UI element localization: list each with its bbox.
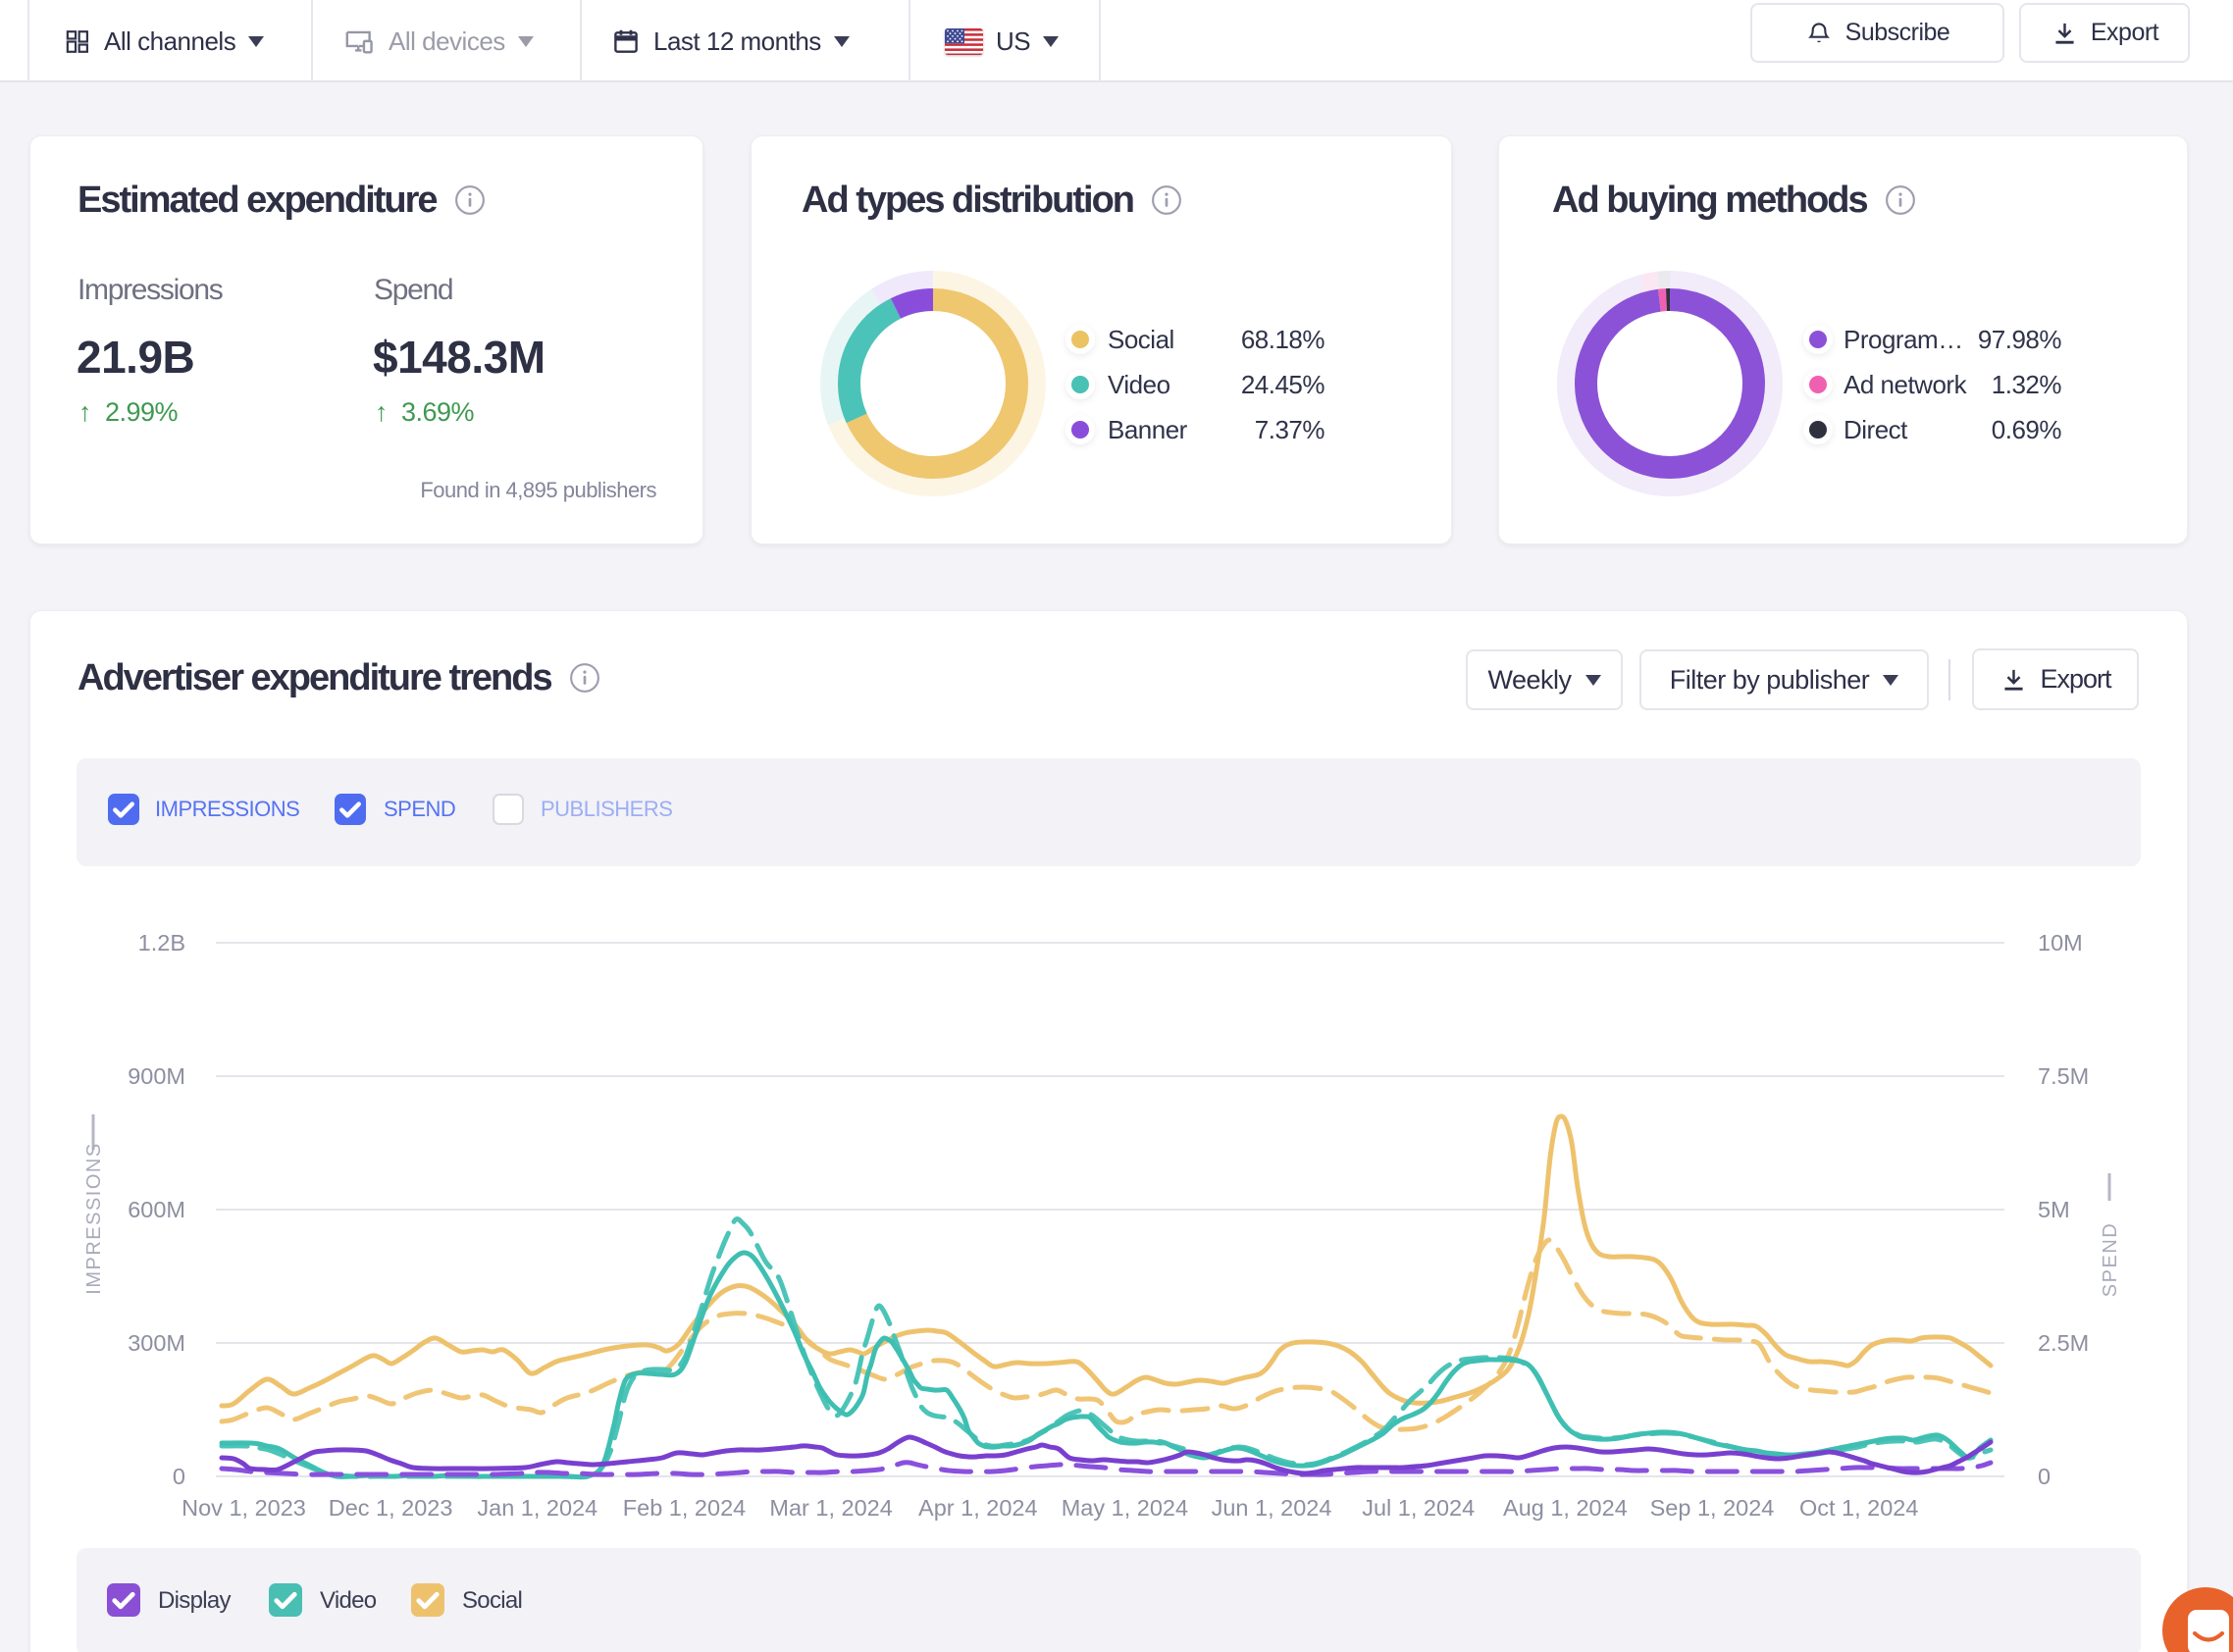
svg-text:IMPRESSIONS: IMPRESSIONS bbox=[83, 1142, 105, 1294]
svg-text:Aug 1, 2024: Aug 1, 2024 bbox=[1503, 1495, 1628, 1521]
svg-text:Apr 1, 2024: Apr 1, 2024 bbox=[918, 1495, 1038, 1521]
svg-text:1.2B: 1.2B bbox=[138, 930, 185, 955]
svg-text:600M: 600M bbox=[128, 1197, 185, 1222]
svg-text:Mar 1, 2024: Mar 1, 2024 bbox=[769, 1495, 892, 1521]
svg-text:May 1, 2024: May 1, 2024 bbox=[1062, 1495, 1188, 1521]
svg-text:Oct 1, 2024: Oct 1, 2024 bbox=[1799, 1495, 1919, 1521]
svg-text:SPEND: SPEND bbox=[2100, 1222, 2121, 1297]
svg-text:10M: 10M bbox=[2038, 930, 2083, 955]
svg-text:Jun 1, 2024: Jun 1, 2024 bbox=[1212, 1495, 1332, 1521]
svg-text:Jan 1, 2024: Jan 1, 2024 bbox=[477, 1495, 597, 1521]
svg-text:Nov 1, 2023: Nov 1, 2023 bbox=[182, 1495, 306, 1521]
svg-text:5M: 5M bbox=[2038, 1197, 2070, 1222]
svg-text:7.5M: 7.5M bbox=[2038, 1063, 2089, 1089]
svg-text:Dec 1, 2023: Dec 1, 2023 bbox=[329, 1495, 453, 1521]
svg-text:Jul 1, 2024: Jul 1, 2024 bbox=[1362, 1495, 1475, 1521]
svg-text:Sep 1, 2024: Sep 1, 2024 bbox=[1650, 1495, 1775, 1521]
svg-text:Feb 1, 2024: Feb 1, 2024 bbox=[623, 1495, 746, 1521]
svg-text:300M: 300M bbox=[128, 1330, 185, 1356]
svg-text:0: 0 bbox=[173, 1464, 185, 1489]
svg-text:0: 0 bbox=[2038, 1464, 2051, 1489]
svg-text:900M: 900M bbox=[128, 1063, 185, 1089]
svg-text:2.5M: 2.5M bbox=[2038, 1330, 2089, 1356]
